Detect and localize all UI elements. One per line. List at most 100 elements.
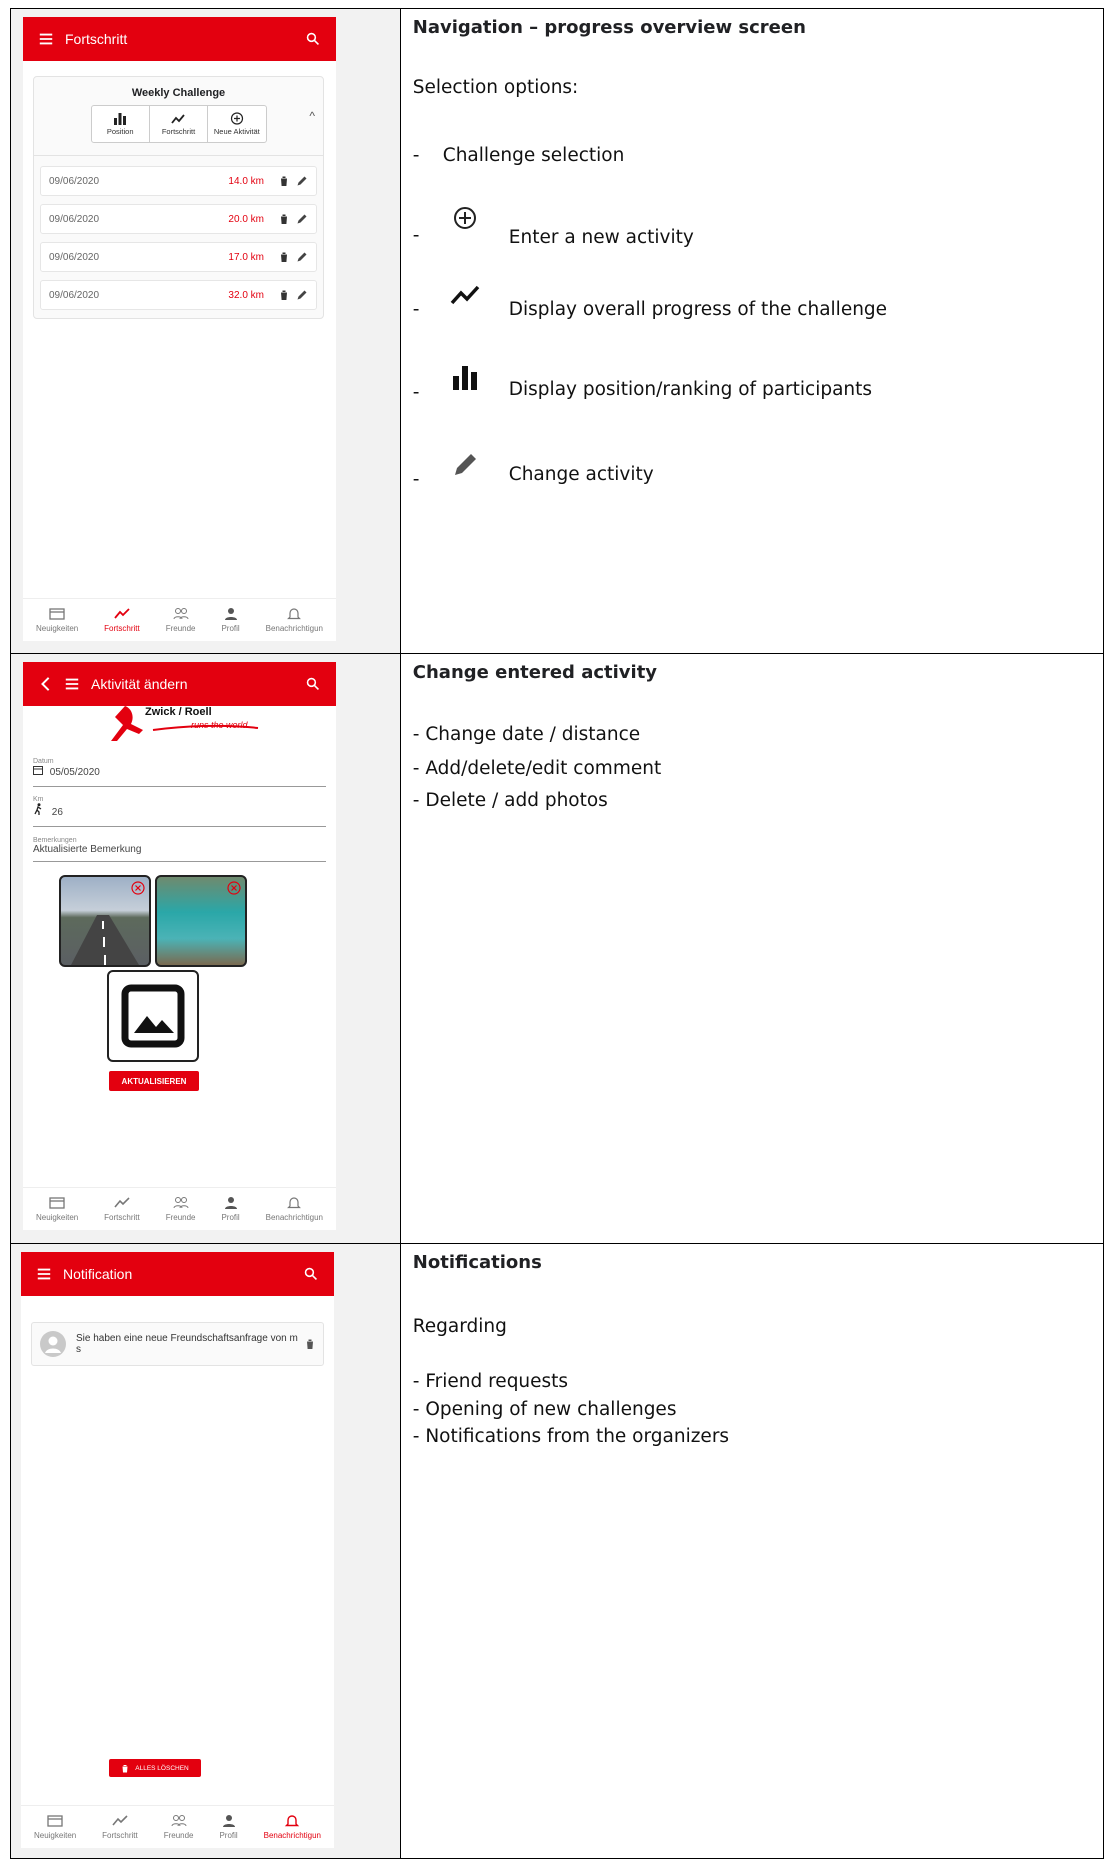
nav-notifications[interactable]: Benachrichtigun (266, 607, 323, 633)
date-field[interactable]: Datum 05/05/2020 (33, 758, 326, 787)
pencil-icon[interactable] (296, 175, 308, 187)
photo-lake[interactable] (155, 875, 247, 967)
activity-km: 20.0 km (228, 213, 264, 225)
trend-icon (114, 608, 130, 619)
notification-item[interactable]: Sie haben eine neue Freundschaftsanfrage… (31, 1322, 324, 1366)
bell-icon (287, 1197, 302, 1209)
search-icon[interactable] (302, 1265, 320, 1283)
appbar: Fortschritt (23, 17, 336, 61)
logo-subtext: runs the world (191, 720, 248, 730)
km-field[interactable]: Km 26 (33, 796, 326, 827)
appbar-title: Notification (63, 1266, 133, 1282)
add-photo-button[interactable] (107, 970, 199, 1062)
add-circle-icon (453, 207, 476, 229)
nav-news[interactable]: Neuigkeiten (36, 607, 78, 633)
list-item: - Notifications from the organizers (412, 1426, 730, 1447)
remove-photo-icon[interactable] (131, 881, 145, 895)
trash-icon[interactable] (278, 213, 290, 225)
nav-profile[interactable]: Profil (221, 1196, 240, 1222)
description-cell-notifications: Notifications Regarding - Friend request… (399, 1243, 1104, 1859)
trend-icon (114, 1197, 130, 1208)
search-icon[interactable] (304, 675, 322, 693)
activity-row[interactable]: 09/06/2020 14.0 km (40, 166, 317, 196)
nav-profile[interactable]: Profil (219, 1814, 238, 1840)
bell-icon (285, 1815, 300, 1827)
trash-icon[interactable] (278, 175, 290, 187)
phone-progress: Fortschritt Weekly Challenge ^ Position … (23, 17, 336, 641)
list-bullet: - (412, 145, 420, 166)
back-icon[interactable] (37, 675, 55, 693)
chevron-up-icon[interactable]: ^ (309, 109, 315, 123)
photo-road[interactable] (59, 875, 151, 967)
zwick-roell-logo: Zwick / Roell runs the world (103, 700, 263, 752)
nav-progress[interactable]: Fortschritt (102, 1814, 138, 1840)
delete-all-button[interactable]: ALLES LÖSCHEN (109, 1759, 201, 1777)
section-subtitle: Regarding (412, 1316, 507, 1337)
list-item: Challenge selection (442, 145, 625, 166)
nav-profile[interactable]: Profil (221, 607, 240, 633)
newspaper-icon (49, 608, 65, 620)
list-item: Display position/ranking of participants (508, 379, 873, 400)
new-activity-button[interactable]: Neue Aktivität (208, 106, 265, 142)
nav-label: Benachrichtigun (265, 624, 323, 633)
bar-chart-icon (452, 366, 477, 390)
update-button[interactable]: AKTUALISIEREN (109, 1071, 199, 1091)
nav-label: Neuigkeiten (35, 624, 79, 633)
list-bullet: - (412, 299, 420, 320)
activity-km: 32.0 km (228, 289, 264, 301)
search-icon[interactable] (304, 30, 322, 48)
trash-icon[interactable] (305, 1338, 315, 1350)
progress-label: Fortschritt (161, 127, 196, 136)
person-icon (224, 608, 237, 620)
nav-progress[interactable]: Fortschritt (104, 1196, 140, 1222)
remarks-label: Bemerkungen (33, 837, 77, 844)
screenshot-cell-progress: Fortschritt Weekly Challenge ^ Position … (10, 8, 401, 654)
activity-row[interactable]: 09/06/2020 32.0 km (40, 280, 317, 310)
pencil-icon[interactable] (296, 251, 308, 263)
list-bullet: - (412, 469, 420, 490)
pencil-icon[interactable] (296, 289, 308, 301)
nav-label: Fortschritt (102, 1831, 138, 1840)
bar-chart-icon (114, 113, 127, 125)
calendar-icon (33, 766, 43, 778)
nav-label: Freunde (165, 1213, 196, 1222)
nav-label: Neuigkeiten (35, 1213, 79, 1222)
list-item: - Friend requests (412, 1371, 569, 1392)
trash-icon[interactable] (278, 289, 290, 301)
remarks-field[interactable]: Bemerkungen Aktualisierte Bemerkung (33, 837, 326, 862)
nav-news[interactable]: Neuigkeiten (36, 1196, 78, 1222)
list-item: - Opening of new challenges (412, 1399, 677, 1420)
road-image (71, 915, 139, 965)
menu-icon[interactable] (37, 30, 55, 48)
trash-icon[interactable] (278, 251, 290, 263)
activity-km: 14.0 km (228, 175, 264, 187)
description-cell-progress: Navigation – progress overview screen Se… (399, 8, 1104, 654)
nav-friends[interactable]: Freunde (165, 1196, 196, 1222)
person-icon (224, 1197, 237, 1209)
trash-icon (122, 1764, 129, 1772)
nav-friends[interactable]: Freunde (166, 607, 195, 633)
nav-notifications[interactable]: Benachrichtigun (266, 1196, 323, 1222)
screenshot-cell-edit: Aktivität ändern Zwick / Roell runs the … (10, 653, 401, 1244)
appbar-title: Fortschritt (65, 31, 128, 47)
bottom-nav: Neuigkeiten Fortschritt Freunde Profil B… (23, 1187, 336, 1230)
nav-news[interactable]: Neuigkeiten (34, 1814, 76, 1840)
screenshot-cell-notifications: Notification Sie haben eine neue Freunds… (10, 1243, 401, 1859)
nav-friends[interactable]: Freunde (163, 1814, 194, 1840)
nav-progress[interactable]: Fortschritt (104, 607, 140, 633)
menu-icon[interactable] (35, 1265, 53, 1283)
activity-row[interactable]: 09/06/2020 20.0 km (40, 204, 317, 234)
remove-photo-icon[interactable] (227, 881, 241, 895)
trend-icon (112, 1815, 128, 1826)
menu-icon[interactable] (63, 675, 81, 693)
position-button[interactable]: Position (92, 106, 150, 142)
progress-button[interactable]: Fortschritt (150, 106, 209, 142)
newspaper-icon (47, 1815, 63, 1827)
nav-label: Freunde (163, 1831, 194, 1840)
list-item: Enter a new activity (508, 227, 694, 248)
nav-notifications[interactable]: Benachrichtigun (264, 1814, 321, 1840)
activity-row[interactable]: 09/06/2020 17.0 km (40, 242, 317, 272)
nav-label: Profil (221, 624, 240, 633)
pencil-icon[interactable] (296, 213, 308, 225)
list-item: Display overall progress of the challeng… (508, 299, 888, 320)
